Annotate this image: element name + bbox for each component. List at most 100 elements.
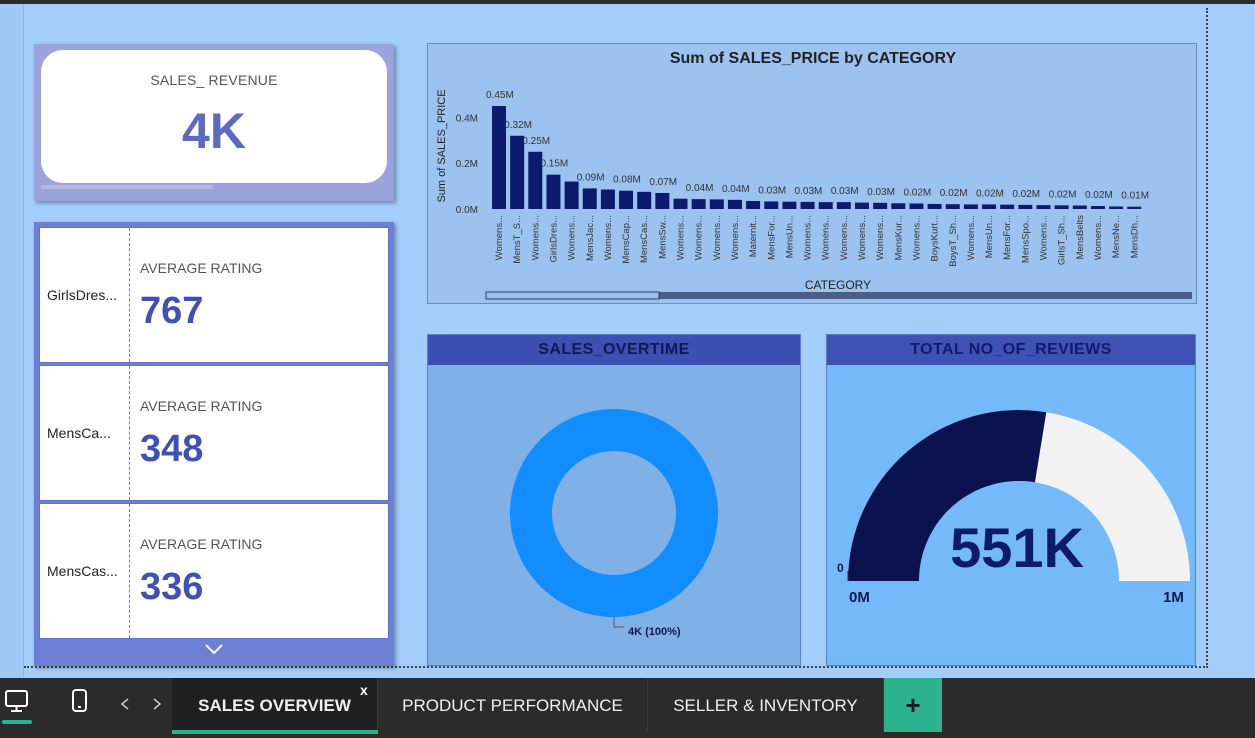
bar[interactable]: [891, 203, 906, 209]
bar[interactable]: [600, 189, 615, 209]
y-axis-label: Sum of SALES_PRICE: [436, 89, 448, 202]
x-tick-label: MensUn...: [784, 215, 795, 258]
total-reviews-card[interactable]: TOTAL NO_OF_REVIEWS 0 551K 0M 1M: [826, 334, 1196, 666]
average-rating-value: 336: [140, 566, 204, 608]
bar-data-label: 0.04M: [722, 184, 750, 195]
y-tick-label: 0.2M: [456, 159, 478, 170]
x-tick-label: Womens...: [911, 215, 922, 260]
bar[interactable]: [982, 204, 997, 209]
bar[interactable]: [764, 201, 779, 209]
bar[interactable]: [945, 204, 960, 209]
bar[interactable]: [1072, 205, 1087, 209]
bar[interactable]: [619, 190, 634, 209]
gauge-min-label: 0M: [849, 589, 870, 606]
bar[interactable]: [1054, 205, 1069, 209]
bar[interactable]: [1036, 205, 1051, 209]
bar-data-label: 0.08M: [613, 175, 641, 186]
bar[interactable]: [836, 202, 851, 209]
bar[interactable]: [582, 188, 597, 209]
bar[interactable]: [746, 200, 761, 209]
gauge-max-label: 1M: [1163, 589, 1184, 606]
bar-data-label: 0.02M: [1085, 190, 1113, 201]
bar[interactable]: [564, 181, 579, 209]
bar-data-label: 0.02M: [976, 188, 1004, 199]
bar[interactable]: [1000, 204, 1015, 209]
bar-data-label: 0.04M: [686, 183, 714, 194]
x-tick-label: MensFor...: [766, 215, 777, 260]
x-tick-label: MensT_S...: [512, 215, 523, 264]
bar[interactable]: [1018, 204, 1033, 209]
bar[interactable]: [637, 191, 652, 209]
x-tick-label: Womens...: [803, 215, 814, 260]
sales-overtime-card[interactable]: SALES_OVERTIME 4K (100%): [427, 334, 801, 666]
x-tick-label: MensSpo...: [1020, 215, 1031, 263]
sales-revenue-card-body: SALES_ REVENUE 4K: [41, 50, 387, 183]
bar[interactable]: [1127, 206, 1142, 209]
bar[interactable]: [963, 204, 978, 209]
active-tab-indicator: [172, 730, 378, 734]
x-tick-label: MensUn...: [984, 215, 995, 258]
bar-data-label: 0.02M: [940, 188, 968, 199]
x-tick-label: MensCas...: [639, 215, 650, 263]
x-tick-label: Womens...: [676, 215, 687, 260]
sales-revenue-card[interactable]: SALES_ REVENUE 4K: [34, 44, 394, 201]
bar[interactable]: [673, 198, 688, 209]
average-rating-value: 767: [140, 290, 204, 332]
bar[interactable]: [709, 199, 724, 209]
bar-data-label: 0.03M: [867, 187, 895, 198]
x-tick-label: BoysKurt...: [930, 215, 941, 261]
x-tick-label: Womens...: [712, 215, 723, 260]
add-page-button[interactable]: +: [884, 678, 942, 732]
bar-data-label: 0.07M: [649, 177, 677, 188]
chevron-down-icon[interactable]: [204, 642, 224, 656]
mobile-view-icon[interactable]: [70, 688, 90, 714]
bar[interactable]: [782, 201, 797, 209]
x-tick-label: Womens...: [694, 215, 705, 260]
bar[interactable]: [655, 192, 670, 209]
desktop-view-icon[interactable]: [4, 688, 30, 714]
x-tick-label: Womens...: [1039, 215, 1050, 260]
page-tab-bar: SALES OVERVIEW x PRODUCT PERFORMANCE SEL…: [0, 678, 1255, 738]
bar[interactable]: [546, 174, 561, 209]
scroll-right-icon[interactable]: [150, 696, 164, 712]
bar-data-label: 0.15M: [540, 159, 568, 170]
y-tick-label: 0.0M: [456, 205, 478, 216]
x-tick-label: Womens...: [839, 215, 850, 260]
x-tick-label: MensCap...: [621, 215, 632, 264]
bar[interactable]: [818, 202, 833, 209]
average-rating-multirow-card[interactable]: GirlsDres... AVERAGE RATING 767 MensCa..…: [34, 222, 394, 666]
slice-label-leader: [613, 617, 624, 628]
bar[interactable]: [1090, 206, 1105, 209]
gauge-svg: [847, 410, 1190, 581]
tab-sales-overview[interactable]: SALES OVERVIEW: [172, 678, 378, 734]
bar[interactable]: [1109, 206, 1124, 209]
bar[interactable]: [927, 203, 942, 209]
left-edge-strip: [0, 4, 24, 678]
bar[interactable]: [800, 201, 815, 209]
donut-slice[interactable]: [510, 409, 718, 617]
bar[interactable]: [727, 199, 742, 209]
chart-scrollbar-thumb[interactable]: [485, 291, 660, 300]
bar[interactable]: [855, 202, 869, 209]
tab-product-performance[interactable]: PRODUCT PERFORMANCE: [378, 678, 648, 732]
x-tick-label: Womens...: [1093, 215, 1104, 260]
x-tick-label: MensBelts: [1075, 215, 1086, 260]
bar-data-label: 0.01M: [1121, 191, 1149, 202]
bar-data-label: 0.02M: [903, 188, 931, 199]
bar[interactable]: [691, 199, 706, 209]
x-tick-label: Womens...: [821, 215, 832, 260]
scroll-left-icon[interactable]: [118, 696, 132, 712]
close-tab-icon[interactable]: x: [360, 682, 368, 698]
list-item: MensCa... AVERAGE RATING 348: [39, 365, 389, 501]
category-name: MensCa...: [47, 425, 111, 441]
tab-seller-inventory[interactable]: SELLER & INVENTORY: [648, 678, 884, 732]
x-tick-label: MensSw...: [657, 215, 668, 259]
tab-label: SELLER & INVENTORY: [673, 696, 858, 715]
bar[interactable]: [909, 203, 924, 209]
bar-data-label: 0.25M: [522, 136, 550, 147]
x-tick-label: MensFor...: [1002, 215, 1013, 260]
bar[interactable]: [873, 202, 888, 209]
average-rating-value: 348: [140, 428, 204, 470]
sales-price-by-category-chart[interactable]: Sum of SALES_PRICE by CATEGORY Sum of SA…: [427, 43, 1197, 304]
card-scrollbar[interactable]: [41, 185, 213, 189]
